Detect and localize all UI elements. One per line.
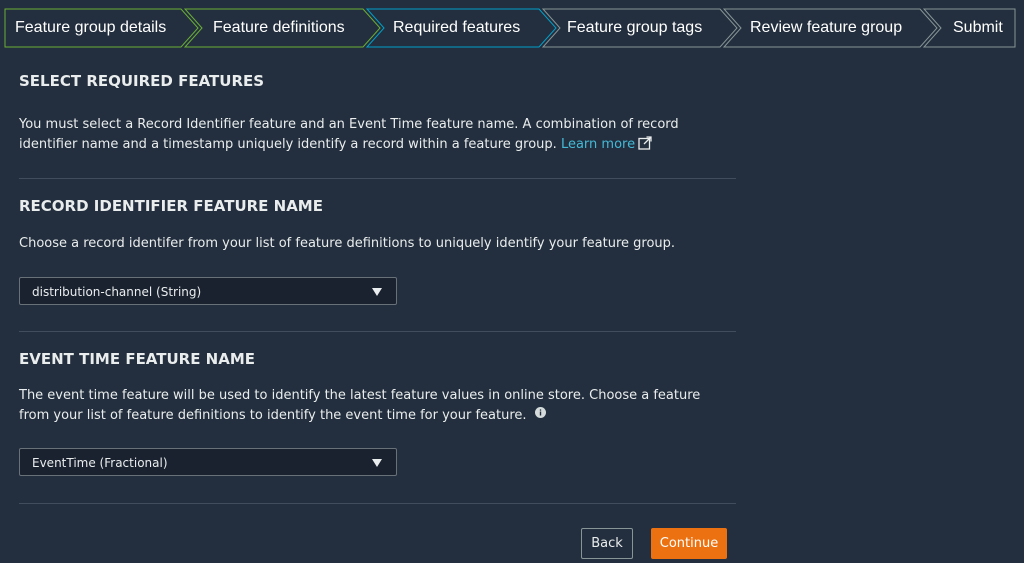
caret-down-icon bbox=[372, 459, 382, 467]
event-time-selected-value: EventTime (Fractional) bbox=[32, 456, 168, 470]
step-feature-group-tags[interactable]: Feature group tags bbox=[567, 17, 702, 39]
wizard-stepper: Feature group details Feature definition… bbox=[0, 0, 1024, 56]
event-time-select[interactable]: EventTime (Fractional) bbox=[19, 448, 397, 476]
step-feature-definitions[interactable]: Feature definitions bbox=[213, 17, 345, 39]
learn-more-label[interactable]: Learn more bbox=[561, 137, 635, 152]
info-icon[interactable] bbox=[534, 407, 546, 418]
record-identifier-selected-value: distribution-channel (String) bbox=[32, 285, 202, 299]
select-required-features-description: You must select a Record Identifier feat… bbox=[19, 115, 719, 155]
learn-more-link[interactable]: Learn more bbox=[561, 136, 652, 152]
section-divider-2 bbox=[19, 331, 736, 332]
section-divider-3 bbox=[19, 503, 736, 504]
event-time-description: The event time feature will be used to i… bbox=[19, 386, 719, 426]
step-feature-group-details[interactable]: Feature group details bbox=[15, 17, 166, 39]
record-identifier-select[interactable]: distribution-channel (String) bbox=[19, 277, 397, 305]
event-time-title: EVENT TIME FEATURE NAME bbox=[19, 350, 256, 368]
external-link-icon[interactable] bbox=[638, 136, 652, 150]
step-required-features[interactable]: Required features bbox=[393, 17, 520, 39]
record-identifier-description: Choose a record identifer from your list… bbox=[19, 236, 676, 251]
record-identifier-title: RECORD IDENTIFIER FEATURE NAME bbox=[19, 197, 323, 215]
event-time-description-text: The event time feature will be used to i… bbox=[19, 388, 701, 423]
caret-down-icon bbox=[372, 288, 382, 296]
step-submit[interactable]: Submit bbox=[953, 17, 1003, 39]
continue-button[interactable]: Continue bbox=[651, 528, 727, 559]
back-button[interactable]: Back bbox=[581, 528, 633, 559]
select-required-features-title: SELECT REQUIRED FEATURES bbox=[19, 72, 265, 90]
step-review-feature-group[interactable]: Review feature group bbox=[750, 17, 902, 39]
section-divider-1 bbox=[19, 178, 736, 179]
required-features-page: Feature group details Feature definition… bbox=[0, 0, 1024, 563]
